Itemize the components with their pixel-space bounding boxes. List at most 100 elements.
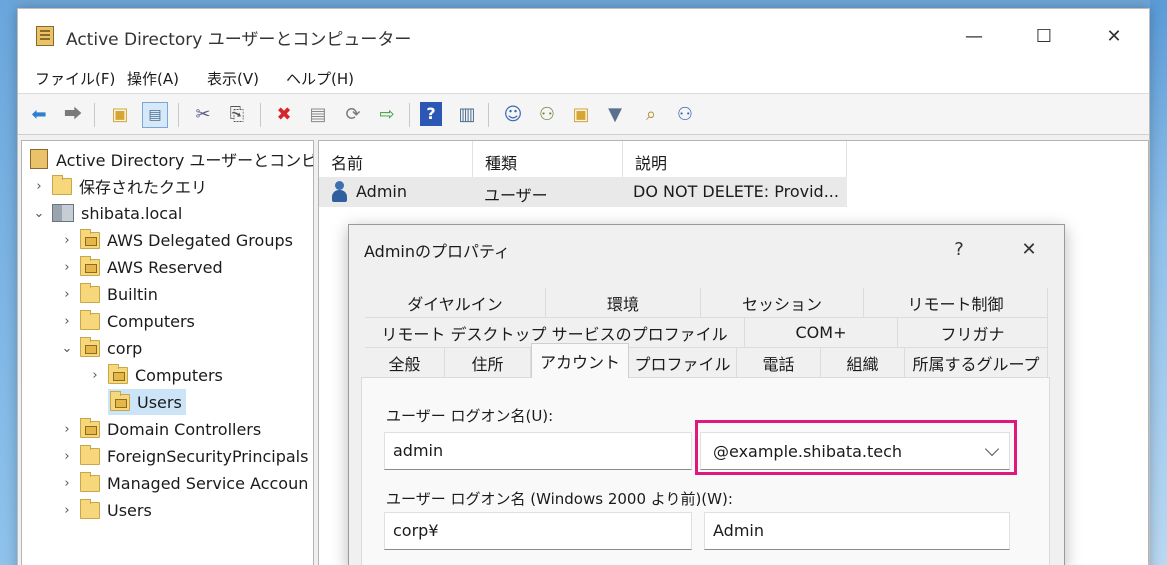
toolbar-separator [94,103,95,127]
tree-root[interactable]: Active Directory ユーザーとコンピューター [30,146,313,172]
tab-account[interactable]: アカウント [531,343,629,378]
tab-address[interactable]: 住所 [445,348,531,378]
tree-item-domain-controllers[interactable]: › Domain Controllers [60,416,261,442]
tree-item-users[interactable]: › Users [60,497,152,523]
find-icon[interactable]: ⌕ [638,102,664,128]
folder-icon [80,309,100,330]
toolbar-separator [488,103,489,127]
tab-member-of[interactable]: 所属するグループ [905,348,1048,378]
list-item[interactable]: Admin ユーザー DO NOT DELETE: Provid... [319,177,847,207]
console-tree: Active Directory ユーザーとコンピューター › 保存されたクエリ… [21,140,314,565]
column-header-name[interactable]: 名前 [319,141,473,177]
close-button[interactable]: ✕ [1079,9,1149,63]
chevron-right-icon[interactable]: › [88,368,102,383]
paste-icon[interactable]: ⎘ [224,102,250,128]
folder-icon [80,282,100,303]
tree-item-label: Computers [135,365,223,385]
help-icon[interactable]: ? [420,102,442,126]
tree-item-corp-users[interactable]: Users [108,389,186,415]
export-list-icon[interactable]: ⇨ [374,102,400,128]
delete-icon[interactable]: ✖ [271,102,297,128]
new-group-icon[interactable]: ⚇ [534,102,560,128]
chevron-right-icon[interactable]: › [60,449,74,464]
logon-name-input[interactable]: admin [384,432,692,470]
tree-item-builtin[interactable]: › Builtin [60,281,158,307]
column-header-description[interactable]: 説明 [623,141,847,177]
minimize-button[interactable]: — [939,9,1009,63]
account-tab-panel: ユーザー ログオン名(U): admin @example.shibata.te… [361,377,1050,565]
domain-icon [52,204,74,222]
up-folder-icon[interactable]: ▣ [107,102,133,128]
chevron-right-icon[interactable]: › [60,503,74,518]
ou-folder-icon [108,363,128,384]
tree-item-label: AWS Reserved [107,257,223,277]
tree-item-label: 保存されたクエリ [79,178,208,197]
tab-sessions[interactable]: セッション [701,288,864,318]
back-arrow-icon[interactable]: ⬅ [26,102,52,128]
properties-icon[interactable]: ▤ [305,102,331,128]
action-pane-icon[interactable]: ▥ [454,102,480,128]
tree-item-corp[interactable]: ⌄ corp [60,335,142,361]
menu-action[interactable]: 操作(A) [127,68,179,89]
chevron-down-icon[interactable]: ⌄ [32,206,46,221]
new-user-icon[interactable]: ☺ [500,102,526,128]
tree-item-corp-computers[interactable]: › Computers [88,362,223,388]
maximize-button[interactable]: ☐ [1009,9,1079,63]
cell-type: ユーザー [484,186,548,205]
chevron-right-icon[interactable]: › [60,287,74,302]
tree-item-computers[interactable]: › Computers [60,308,195,334]
folder-icon [80,471,100,492]
add-to-group-icon[interactable]: ⚇ [672,102,698,128]
legacy-logon-name-input[interactable]: Admin [704,512,1010,550]
chevron-right-icon[interactable]: › [32,179,46,194]
dialog-close-button[interactable]: ✕ [1009,234,1049,264]
new-ou-icon[interactable]: ▣ [568,102,594,128]
tree-item-aws-delegated-groups[interactable]: › AWS Delegated Groups [60,227,293,253]
tab-profile[interactable]: プロファイル [629,348,737,378]
chevron-right-icon[interactable]: › [60,260,74,275]
tree-item-aws-reserved[interactable]: › AWS Reserved [60,254,223,280]
menu-view[interactable]: 表示(V) [207,68,259,89]
tree-item-domain[interactable]: ⌄ shibata.local [32,200,183,226]
tab-furigana[interactable]: フリガナ [898,318,1048,348]
forward-arrow-icon[interactable]: ⮕ [60,102,86,128]
show-console-tree-icon[interactable]: ▤ [142,102,168,128]
tab-remote-control[interactable]: リモート制御 [864,288,1048,318]
dialog-help-button[interactable]: ? [939,234,979,264]
tab-telephones[interactable]: 電話 [737,348,821,378]
tab-organization[interactable]: 組織 [821,348,905,378]
refresh-icon[interactable]: ⟳ [340,102,366,128]
chevron-right-icon[interactable]: › [60,233,74,248]
tree-item-label: corp [107,338,143,358]
dialog-title: Adminのプロパティ [364,242,511,261]
cut-icon[interactable]: ✂ [190,102,216,128]
chevron-right-icon[interactable]: › [60,476,74,491]
folder-icon [52,174,72,195]
cell-description: DO NOT DELETE: Provid... [633,182,839,201]
toolbar: ⬅ ⮕ ▣ ▤ ✂ ⎘ ✖ ▤ ⟳ ⇨ ? ▥ ☺ ⚇ ▣ ▼ ⌕ ⚇ [18,93,1149,135]
chevron-right-icon[interactable]: › [60,314,74,329]
tab-com-plus[interactable]: COM+ [745,318,898,348]
tree-item-saved-queries[interactable]: › 保存されたクエリ [32,173,207,199]
tree-item-foreign-security-principals[interactable]: › ForeignSecurityPrincipals [60,443,308,469]
tree-item-label: Users [107,500,152,520]
tab-environment[interactable]: 環境 [546,288,701,318]
user-icon [332,181,347,203]
tab-dialin[interactable]: ダイヤルイン [365,288,546,318]
folder-icon [80,444,100,465]
tree-item-label: Managed Service Accoun [107,473,309,493]
chevron-down-icon[interactable]: ⌄ [60,341,74,356]
filter-icon[interactable]: ▼ [602,102,628,128]
ou-folder-icon [110,390,130,411]
column-header-type[interactable]: 種類 [473,141,623,177]
chevron-right-icon[interactable]: › [60,422,74,437]
ou-folder-icon [80,417,100,438]
tree-item-label: AWS Delegated Groups [107,230,293,250]
tree-item-label: Domain Controllers [107,419,262,439]
menu-help[interactable]: ヘルプ(H) [286,68,354,89]
tree-item-label: shibata.local [81,203,183,223]
menu-file[interactable]: ファイル(F) [35,68,115,89]
tab-general[interactable]: 全般 [365,348,445,378]
tree-item-managed-service-accounts[interactable]: › Managed Service Accoun [60,470,308,496]
logon-name-label: ユーザー ログオン名(U): [386,407,554,425]
